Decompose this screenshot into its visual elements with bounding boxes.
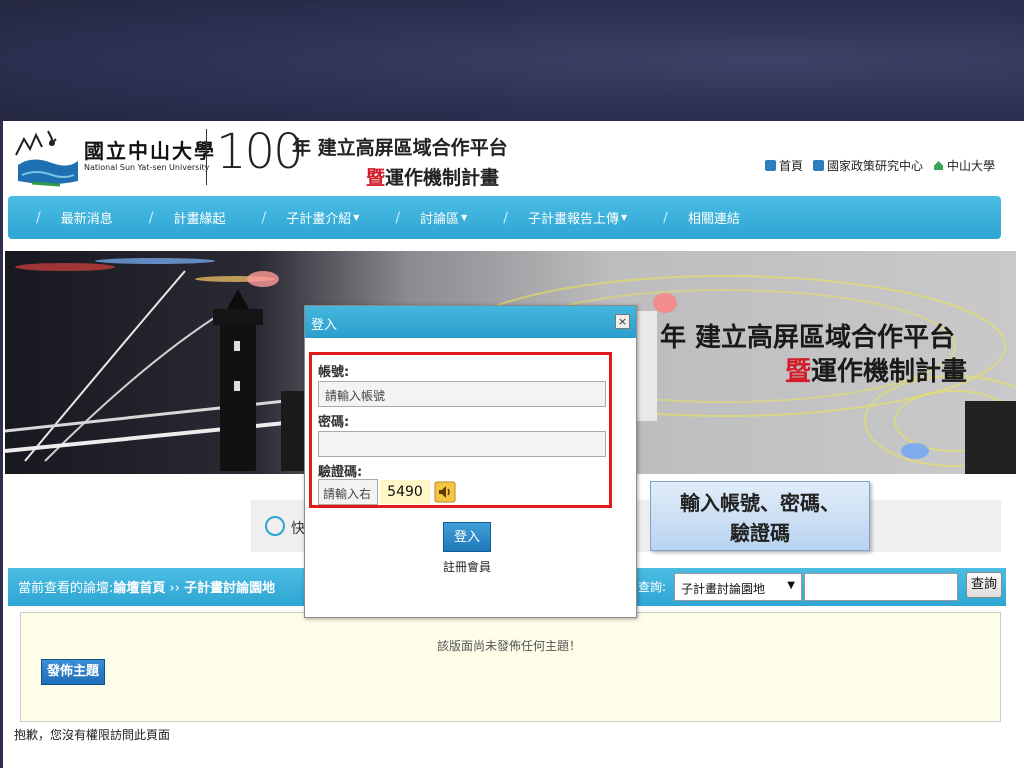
captcha-image: 5490: [380, 480, 430, 504]
home-icon: [933, 161, 943, 170]
nav-item-forum[interactable]: 討論區 ▼: [420, 208, 467, 227]
slide-left-edge: [0, 121, 3, 768]
account-field[interactable]: 請輸入帳號: [318, 381, 606, 407]
header-title-line1: 年 建立高屏區域合作平台: [292, 137, 508, 159]
nav-item-news-label: 最新消息: [60, 212, 113, 227]
search-button[interactable]: 查詢: [966, 572, 1002, 598]
password-label: 密碼:: [318, 415, 350, 430]
arrow-square-icon: [812, 160, 824, 171]
empty-topics-message: 該版面尚未發佈任何主題！: [437, 639, 582, 653]
toplink-policy-center-label: 國家政策研究中心: [826, 159, 923, 173]
banner-title-line2: 暨運作機制計畫: [785, 351, 967, 388]
login-button[interactable]: 登入: [443, 522, 491, 552]
callout-line1: 輸入帳號、密碼、: [680, 491, 840, 515]
nav-separator: /: [503, 209, 508, 226]
nav-item-forum-label: 討論區: [420, 212, 460, 227]
account-label: 帳號:: [318, 365, 350, 380]
search-label: 查詢:: [638, 580, 667, 594]
smile-icon: [265, 516, 285, 536]
nav-item-subprojects[interactable]: 子計畫介紹 ▼: [286, 208, 359, 227]
toplink-nsysu[interactable]: 中山大學: [933, 157, 995, 174]
credentials-highlight-box: 帳號: 請輸入帳號 密碼: 驗證碼: 請輸入右 5490: [309, 352, 612, 508]
breadcrumb-current[interactable]: 子計畫討論園地: [184, 581, 275, 596]
speaker-icon[interactable]: [434, 481, 456, 503]
nav-item-report-upload-label: 子計畫報告上傳: [527, 212, 619, 227]
forum-select[interactable]: 子計畫討論園地 ▼: [674, 573, 802, 601]
close-icon[interactable]: ×: [615, 314, 630, 329]
login-dialog: 登入 × 帳號: 請輸入帳號 密碼: 驗證碼: 請輸入右 5490 登入 註冊會…: [304, 305, 637, 618]
captcha-field[interactable]: 請輸入右: [318, 479, 378, 505]
callout-line2: 驗證碼: [730, 521, 790, 545]
breadcrumb-prefix: 當前查看的論壇:: [18, 581, 114, 596]
breadcrumb-forum-home[interactable]: 論壇首頁: [113, 581, 165, 596]
top-links: 首頁 國家政策研究中心 中山大學: [764, 157, 995, 174]
nav-item-origin[interactable]: 計畫緣起: [173, 208, 225, 227]
header-title-line2: 暨運作機制計畫: [366, 163, 499, 190]
site-header: 國立中山大學 National Sun Yat-sen University 1…: [8, 121, 1003, 196]
no-permission-message: 抱歉，您沒有權限訪問此頁面: [14, 728, 171, 742]
dropdown-arrow-icon: ▼: [787, 580, 795, 591]
header-title-highlight: 暨: [366, 167, 386, 189]
caret-down-icon: ▼: [353, 213, 360, 222]
nav-separator: /: [395, 209, 401, 226]
university-english-name: National Sun Yat-sen University: [84, 163, 210, 172]
captcha-label: 驗證碼:: [318, 465, 363, 480]
slide-top-band: [0, 0, 1024, 121]
banner-title-line2-rest: 運作機制計畫: [811, 357, 968, 387]
header-title-line2-rest: 運作機制計畫: [385, 167, 500, 189]
toplink-home[interactable]: 首頁: [764, 157, 803, 174]
nav-item-origin-label: 計畫緣起: [173, 212, 226, 227]
login-dialog-header: 登入 ×: [305, 306, 636, 338]
toplink-policy-center[interactable]: 國家政策研究中心: [812, 157, 923, 174]
toplink-nsysu-label: 中山大學: [946, 159, 995, 173]
nav-separator: /: [261, 209, 267, 226]
caret-down-icon: ▼: [461, 213, 468, 222]
nav-item-links[interactable]: 相關連結: [688, 208, 740, 227]
banner-title-highlight: 暨: [785, 357, 812, 387]
nav-item-report-upload[interactable]: 子計畫報告上傳 ▼: [528, 208, 627, 227]
nav-item-subprojects-label: 子計畫介紹: [286, 212, 352, 227]
header-divider: [206, 129, 207, 185]
university-logo-icon: [15, 130, 78, 187]
instruction-callout: 輸入帳號、密碼、 驗證碼: [650, 481, 870, 551]
forum-select-value: 子計畫討論園地: [681, 582, 766, 596]
banner-title-line1: 年 建立高屏區域合作平台: [660, 323, 956, 353]
topic-list-panel: 該版面尚未發佈任何主題！ 發佈主題: [20, 612, 1001, 722]
login-dialog-title: 登入: [311, 318, 338, 333]
caret-down-icon: ▼: [620, 213, 628, 222]
nav-separator: /: [663, 209, 668, 226]
toplink-home-label: 首頁: [778, 159, 803, 173]
breadcrumb-separator: ››: [165, 581, 185, 596]
register-link[interactable]: 註冊會員: [443, 558, 491, 575]
nav-separator: /: [148, 209, 154, 226]
password-field[interactable]: [318, 431, 606, 457]
post-topic-button[interactable]: 發佈主題: [41, 659, 105, 685]
nav-item-links-label: 相關連結: [687, 212, 740, 227]
search-input[interactable]: [804, 573, 958, 601]
nav-separator: /: [36, 209, 41, 226]
arrow-square-icon: [764, 160, 776, 171]
breadcrumb: 當前查看的論壇:論壇首頁 ›› 子計畫討論園地: [18, 577, 275, 596]
header-year: 100: [216, 124, 304, 180]
university-name: 國立中山大學: [84, 139, 216, 163]
main-nav: / 最新消息 / 計畫緣起 / 子計畫介紹 ▼ / 討論區 ▼ / 子計畫報告上傳 ▼…: [8, 196, 1001, 239]
quick-links-label: 快: [291, 521, 305, 537]
nav-item-news[interactable]: 最新消息: [61, 208, 113, 227]
